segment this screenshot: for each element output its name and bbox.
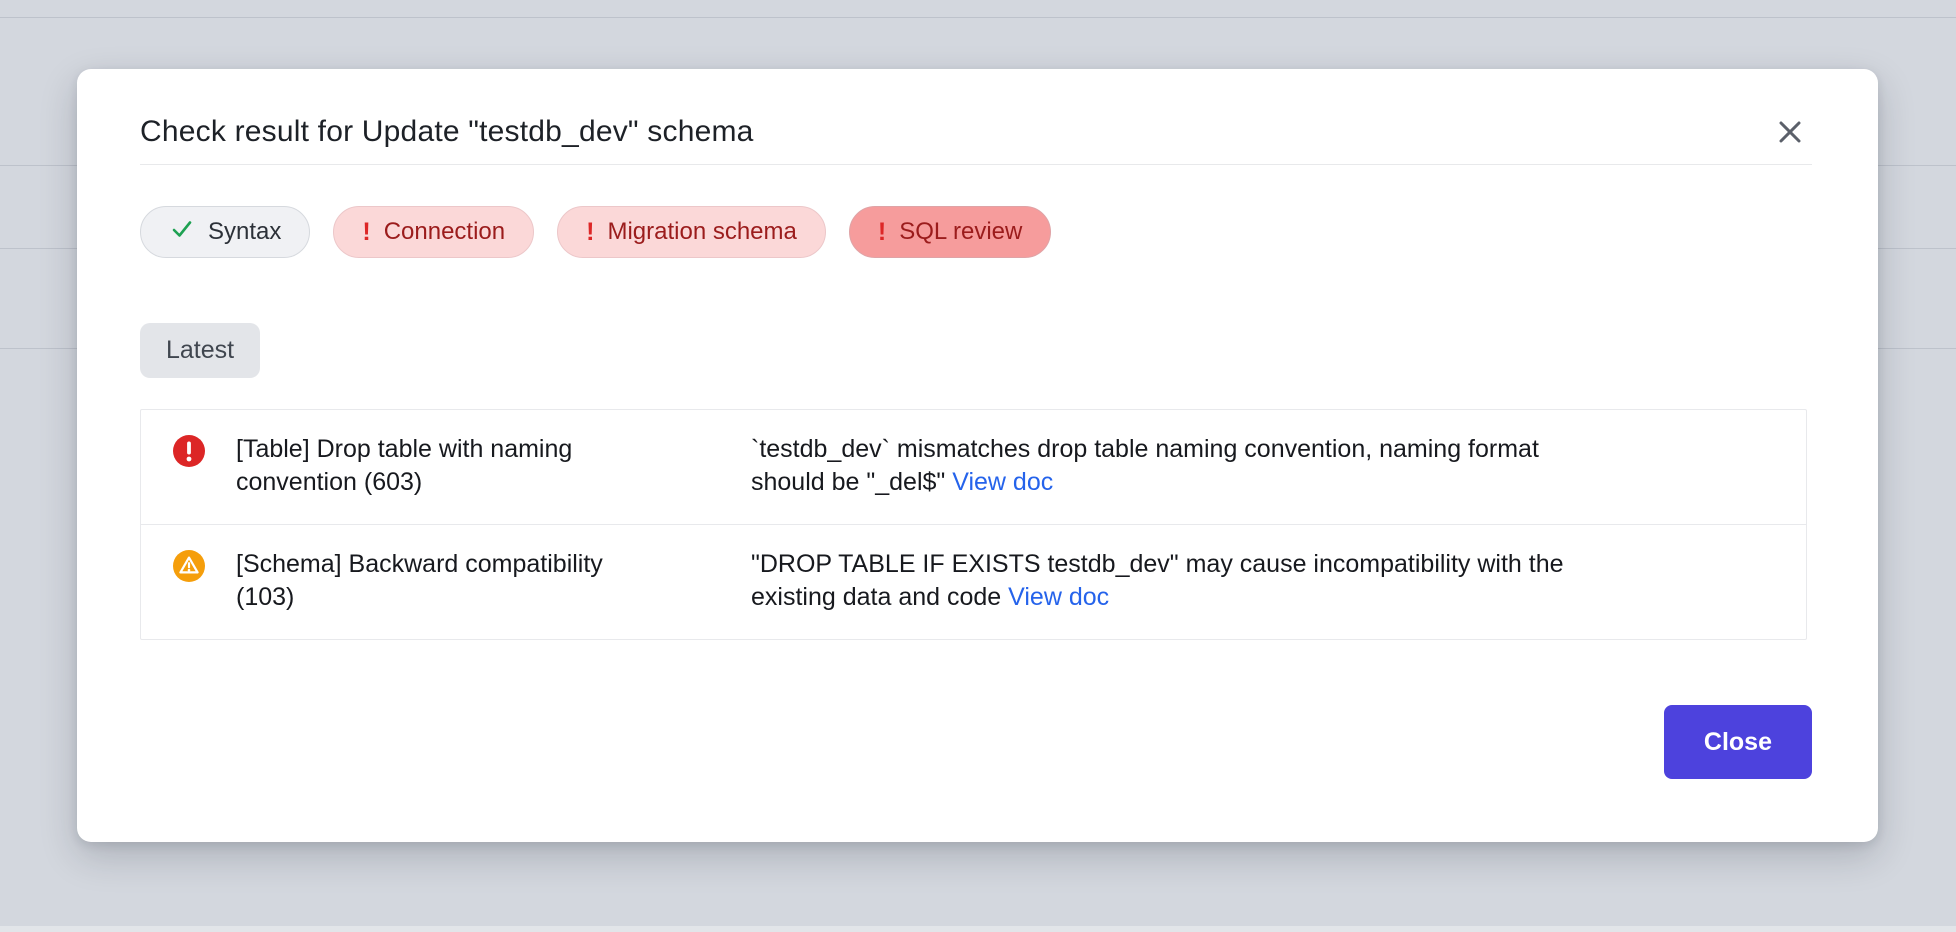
check-icon (169, 216, 195, 249)
error-icon (141, 433, 236, 499)
rule-detail: `testdb_dev` mismatches drop table namin… (751, 433, 1656, 499)
rule-name: [Schema] Backward compatibility (103) (236, 548, 751, 614)
pill-label: Syntax (208, 218, 281, 246)
check-result-table: [Table] Drop table with naming conventio… (140, 409, 1807, 640)
view-doc-link[interactable]: View doc (1008, 583, 1109, 611)
rule-message: `testdb_dev` mismatches drop table namin… (751, 435, 1539, 496)
exclamation-icon: ! (878, 218, 886, 247)
pill-label: Migration schema (607, 218, 796, 246)
dialog-footer: Close (140, 705, 1812, 779)
pill-connection[interactable]: ! Connection (333, 206, 534, 258)
rule-name: [Table] Drop table with naming conventio… (236, 433, 751, 499)
table-row: [Table] Drop table with naming conventio… (141, 410, 1806, 524)
warning-icon (141, 548, 236, 614)
exclamation-icon: ! (586, 218, 594, 247)
version-badge: Latest (140, 323, 260, 378)
exclamation-icon: ! (362, 218, 370, 247)
check-status-pills: Syntax ! Connection ! Migration schema !… (140, 206, 1812, 258)
background-bottom-strip (0, 926, 1956, 932)
rule-message: "DROP TABLE IF EXISTS testdb_dev" may ca… (751, 550, 1564, 611)
close-icon[interactable] (1770, 112, 1810, 152)
header-divider (140, 164, 1812, 165)
view-doc-link[interactable]: View doc (952, 468, 1053, 496)
pill-syntax[interactable]: Syntax (140, 206, 310, 258)
pill-migration-schema[interactable]: ! Migration schema (557, 206, 826, 258)
background-grid-line (0, 17, 1956, 18)
dialog-header: Check result for Update "testdb_dev" sch… (140, 69, 1812, 164)
table-row: [Schema] Backward compatibility (103) "D… (141, 524, 1806, 639)
pill-label: Connection (384, 218, 505, 246)
pill-sql-review[interactable]: ! SQL review (849, 206, 1051, 258)
rule-detail: "DROP TABLE IF EXISTS testdb_dev" may ca… (751, 548, 1656, 614)
close-button[interactable]: Close (1664, 705, 1812, 779)
dialog-title: Check result for Update "testdb_dev" sch… (140, 115, 754, 149)
pill-label: SQL review (899, 218, 1022, 246)
check-result-dialog: Check result for Update "testdb_dev" sch… (77, 69, 1878, 842)
